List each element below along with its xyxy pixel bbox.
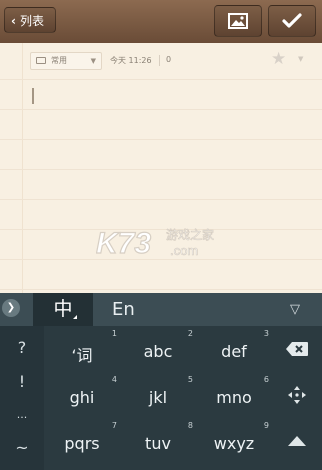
- chevron-right-icon[interactable]: ❯: [2, 299, 20, 317]
- key-1[interactable]: 1 ‘词: [44, 326, 120, 372]
- key-number: 3: [263, 329, 269, 338]
- key-number: 7: [111, 421, 117, 430]
- symbol-column: ? ! ... ~: [0, 326, 44, 470]
- key-number: 9: [263, 421, 269, 430]
- key-label: ghi: [69, 388, 95, 407]
- paper-rule: [0, 199, 322, 200]
- confirm-button[interactable]: [268, 5, 316, 37]
- paper-rule: [0, 139, 322, 140]
- paper-rule: [0, 109, 322, 110]
- star-icon[interactable]: ★: [271, 50, 286, 68]
- folder-icon: [36, 57, 46, 64]
- symbol-key[interactable]: ?: [0, 338, 44, 357]
- key-number: 6: [263, 375, 269, 384]
- key-9[interactable]: 9 wxyz: [196, 418, 272, 464]
- svg-text:游戏之家: 游戏之家: [166, 227, 214, 242]
- paper-rule: [0, 79, 322, 80]
- paper-rule: [0, 289, 322, 290]
- symbol-key[interactable]: ~: [0, 438, 44, 457]
- key-label: def: [221, 342, 247, 361]
- text-cursor: [32, 88, 34, 104]
- paper-rule: [0, 169, 322, 170]
- key-5[interactable]: 5 jkl: [120, 372, 196, 418]
- chevron-down-icon[interactable]: ▼: [298, 55, 303, 63]
- chinese-mode-label: 中: [53, 298, 73, 320]
- symbol-key[interactable]: !: [0, 372, 44, 391]
- svg-text:K73: K73: [96, 227, 151, 260]
- keyboard: ❯ 中 En ▽ ? ! ... ~ 1 ‘词 2 abc 3 def 4 gh…: [0, 293, 322, 470]
- key-4[interactable]: 4 ghi: [44, 372, 120, 418]
- back-to-list-button[interactable]: ‹ 列表: [4, 7, 56, 33]
- back-button-label: 列表: [19, 14, 44, 28]
- key-number: 8: [187, 421, 193, 430]
- corner-triangle-icon: [73, 315, 77, 319]
- backspace-icon: [286, 342, 308, 356]
- key-2[interactable]: 2 abc: [120, 326, 196, 372]
- english-mode-tab[interactable]: En: [112, 293, 135, 326]
- note-date: 今天 11:26: [110, 56, 152, 65]
- note-editor[interactable]: 常用 ▼ 今天 11:26 0 ★ ▼ K73 游戏之家 .com: [0, 43, 322, 293]
- folder-select[interactable]: 常用 ▼: [30, 52, 102, 70]
- key-number: 4: [111, 375, 117, 384]
- word-count: 0: [166, 55, 172, 64]
- paper-margin-line: [22, 43, 23, 293]
- key-label: ‘词: [71, 346, 93, 365]
- triangle-down-icon[interactable]: ▽: [290, 293, 300, 326]
- key-3[interactable]: 3 def: [196, 326, 272, 372]
- divider: [159, 55, 160, 66]
- shift-key[interactable]: [272, 418, 322, 464]
- chinese-mode-tab[interactable]: 中: [33, 293, 93, 326]
- key-number: 1: [111, 329, 117, 338]
- top-bar: ‹ 列表: [0, 0, 322, 43]
- key-label: pqrs: [64, 434, 100, 453]
- key-6[interactable]: 6 mno: [196, 372, 272, 418]
- keyboard-toolbar: ❯ 中 En ▽: [0, 293, 322, 326]
- move-cursor-key[interactable]: [272, 372, 322, 418]
- chevron-down-icon: ▼: [90, 57, 96, 65]
- key-number: 5: [187, 375, 193, 384]
- key-label: wxyz: [213, 434, 255, 453]
- key-number: 2: [187, 329, 193, 338]
- svg-text:.com: .com: [170, 243, 198, 258]
- backspace-key[interactable]: [272, 326, 322, 372]
- key-7[interactable]: 7 pqrs: [44, 418, 120, 464]
- key-label: jkl: [148, 388, 168, 407]
- k73-watermark-logo: K73 游戏之家 .com: [96, 226, 214, 260]
- insert-image-button[interactable]: [214, 5, 262, 37]
- key-label: abc: [143, 342, 173, 361]
- chevron-left-icon: ‹: [11, 14, 16, 28]
- key-label: mno: [216, 388, 252, 407]
- folder-value: 常用: [51, 56, 67, 65]
- checkmark-icon: [282, 13, 302, 28]
- key-8[interactable]: 8 tuv: [120, 418, 196, 464]
- image-icon: [228, 13, 248, 29]
- move-cursor-icon: [288, 386, 306, 404]
- key-label: tuv: [145, 434, 171, 453]
- symbol-key[interactable]: ...: [0, 408, 44, 421]
- caret-up-icon: [288, 436, 306, 446]
- function-column: [272, 326, 322, 470]
